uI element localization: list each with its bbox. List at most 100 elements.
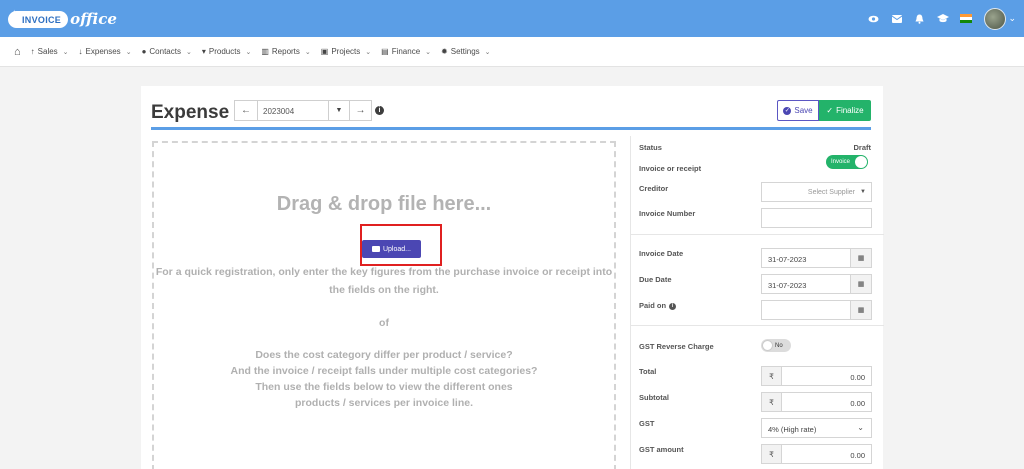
save-label: Save: [794, 106, 813, 115]
dropzone-title: Drag & drop file here...: [276, 193, 492, 215]
arrow-down-icon: ↓: [78, 47, 83, 56]
previous-document-button[interactable]: ←: [234, 100, 258, 121]
logo-spark-icon: ✦: [10, 9, 19, 20]
toggle-label: No: [775, 342, 783, 349]
status-label: Status: [639, 143, 662, 152]
gst-select[interactable]: 4% (High rate) ⌄: [761, 418, 872, 438]
invoice-date-field[interactable]: 31-07-2023 ▦: [761, 248, 872, 268]
invoice-number-field[interactable]: [761, 208, 872, 228]
menu-item-contacts[interactable]: ● Contacts ⌄: [142, 47, 192, 56]
gst-reverse-label: GST Reverse Charge: [639, 342, 714, 351]
chart-icon: ▥: [261, 47, 269, 56]
divider: [631, 234, 884, 235]
menu-item-products[interactable]: ▾ Products ⌄: [202, 47, 251, 56]
save-button[interactable]: ✓ Save: [777, 100, 819, 121]
gst-amount-value: 0.00: [850, 451, 865, 460]
subtotal-label: Subtotal: [639, 393, 669, 402]
avatar[interactable]: [984, 7, 1007, 30]
file-dropzone[interactable]: Drag & drop file here... Upload... For a…: [152, 141, 616, 469]
chevron-down-icon: ⌄: [245, 48, 252, 56]
menu-item-reports[interactable]: ▥ Reports ⌄: [261, 47, 310, 56]
subtotal-value: 0.00: [850, 399, 865, 408]
rupee-icon: ₹: [762, 393, 782, 411]
next-document-button[interactable]: →: [350, 100, 372, 121]
gst-amount-field[interactable]: ₹ 0.00: [761, 444, 872, 464]
menu-label: Projects: [331, 47, 361, 56]
cart-icon: ▾: [201, 47, 206, 56]
eye-icon[interactable]: [862, 0, 885, 37]
menu-item-sales[interactable]: ↑ Sales ⌄: [31, 47, 69, 56]
toggle-label: Invoice: [831, 159, 851, 165]
due-date-field[interactable]: 31-07-2023 ▦: [761, 274, 872, 294]
menu-label: Contacts: [149, 47, 181, 56]
expense-card: Expense ← 2023004 ▼ → i ✓ Save ✓ Finaliz…: [141, 86, 884, 469]
home-icon[interactable]: ⌂: [14, 46, 21, 58]
chevron-down-icon: ⌄: [365, 48, 372, 56]
envelope-icon[interactable]: [885, 0, 908, 37]
rupee-icon: ₹: [762, 367, 782, 385]
invoice-receipt-toggle[interactable]: Invoice: [826, 155, 868, 169]
menu-label: Finance: [391, 47, 421, 56]
paid-on-field[interactable]: ▦: [761, 300, 872, 320]
gst-reverse-toggle[interactable]: No: [761, 339, 791, 352]
gear-icon: ✹: [441, 47, 448, 56]
menu-item-settings[interactable]: ✹ Settings ⌄: [441, 47, 490, 56]
due-date-value: 31-07-2023: [768, 281, 807, 290]
document-number-field[interactable]: 2023004: [258, 100, 328, 121]
chevron-down-icon[interactable]: ⌄: [1008, 13, 1016, 24]
main-menu: ⌂ ↑ Sales ⌄ ↓ Expenses ⌄ ● Contacts ⌄ ▾ Product…: [0, 37, 1024, 67]
calendar-icon[interactable]: ▦: [850, 249, 871, 267]
check-icon: ✓: [826, 106, 834, 115]
creditor-select[interactable]: Select Supplier ▼: [761, 182, 872, 202]
graduation-cap-icon[interactable]: [931, 0, 954, 37]
chevron-down-icon: ⌄: [304, 48, 311, 56]
dropzone-or: of: [379, 317, 389, 329]
folder-icon: [371, 246, 380, 252]
due-date-label: Due Date: [639, 275, 672, 284]
divider: [631, 325, 884, 326]
user-icon: ●: [141, 47, 147, 56]
gst-amount-label: GST amount: [639, 445, 684, 454]
dropzone-text-line: And the invoice / receipt falls under mu…: [230, 365, 538, 377]
caret-down-icon: ▼: [860, 189, 866, 195]
total-label: Total: [639, 367, 657, 376]
total-field[interactable]: ₹ 0.00: [761, 366, 872, 386]
gst-label: GST: [639, 419, 655, 428]
info-icon[interactable]: i: [669, 302, 677, 310]
caret-down-icon[interactable]: ▼: [328, 100, 350, 121]
menu-item-finance[interactable]: ▤ Finance ⌄: [381, 47, 431, 56]
subtotal-field[interactable]: ₹ 0.00: [761, 392, 872, 412]
creditor-placeholder: Select Supplier: [807, 189, 855, 196]
menu-label: Expenses: [85, 47, 121, 56]
bell-icon[interactable]: [908, 0, 931, 37]
title-divider: [151, 127, 871, 130]
upload-button[interactable]: Upload...: [362, 240, 421, 258]
invoice-or-receipt-label: Invoice or receipt: [639, 164, 702, 173]
menu-item-expenses[interactable]: ↓ Expenses ⌄: [79, 47, 132, 56]
info-icon[interactable]: i: [375, 106, 384, 115]
paid-on-label: Paid on i: [639, 301, 677, 310]
upload-label: Upload...: [382, 245, 412, 253]
top-bar: ✦ INVOICE office ⌄: [0, 0, 1024, 37]
page-title: Expense: [151, 102, 230, 123]
gst-value: 4% (High rate): [768, 425, 817, 434]
finalize-button[interactable]: ✓ Finalize: [819, 100, 871, 121]
rupee-icon: ₹: [762, 445, 782, 463]
invoice-date-value: 31-07-2023: [768, 255, 807, 264]
menu-item-projects[interactable]: ▣ Projects ⌄: [321, 47, 371, 56]
briefcase-icon: ▣: [320, 47, 329, 56]
dropzone-text-line: Does the cost category differ per produc…: [255, 349, 513, 361]
dropzone-text-line: products / services per invoice line.: [295, 397, 473, 409]
brand-logo[interactable]: ✦ INVOICE office: [8, 7, 117, 31]
menu-label: Settings: [450, 47, 480, 56]
money-icon: ▤: [381, 47, 389, 56]
chevron-down-icon: ⌄: [62, 48, 69, 56]
creditor-label: Creditor: [639, 184, 669, 193]
invoice-number-label: Invoice Number: [639, 209, 696, 218]
calendar-icon[interactable]: ▦: [850, 275, 871, 293]
calendar-icon[interactable]: ▦: [850, 301, 871, 319]
check-circle-icon: ✓: [783, 106, 792, 115]
top-icons: ⌄: [862, 0, 1016, 37]
arrow-up-icon: ↑: [30, 47, 35, 56]
india-flag-icon[interactable]: [960, 14, 973, 23]
